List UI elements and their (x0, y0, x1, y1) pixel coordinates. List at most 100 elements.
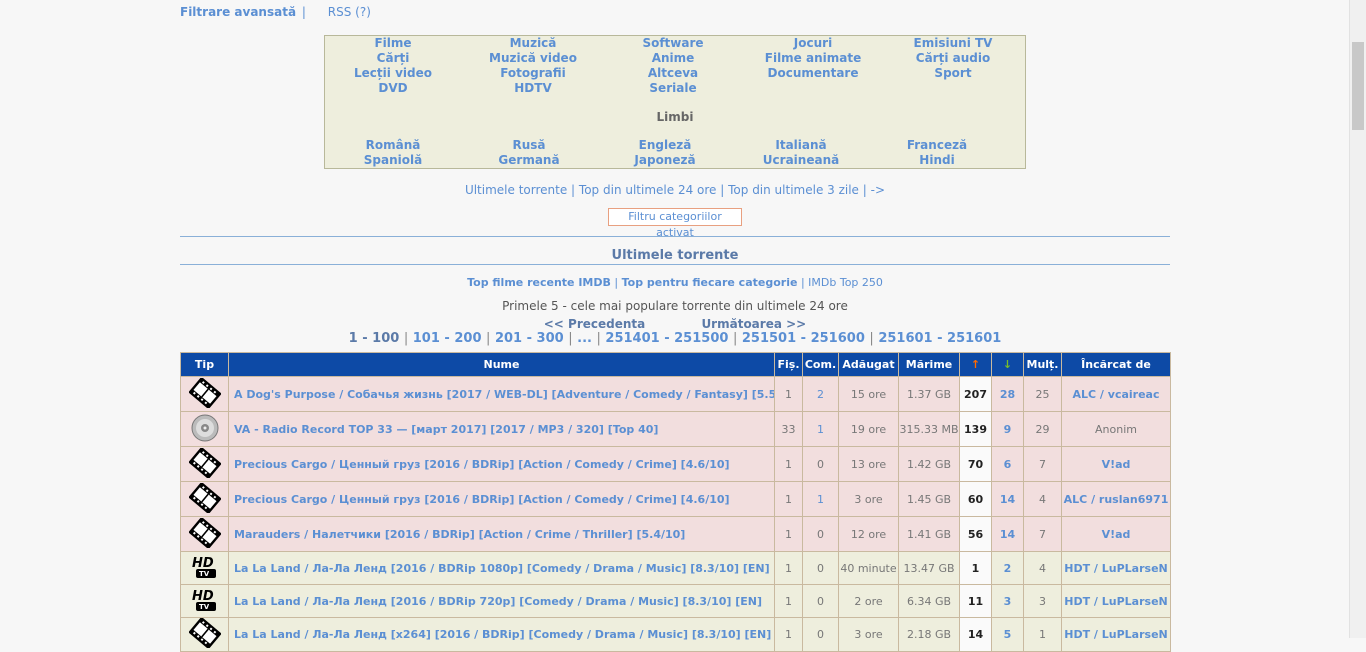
comments-count[interactable]: 1 (802, 411, 839, 447)
top-3days-link[interactable]: Top din ultimele 3 zile (728, 183, 859, 197)
torrent-name-link[interactable]: La La Land / Ла-Ла Ленд [2016 / BDRip 10… (228, 551, 775, 585)
category-link[interactable]: Sport (934, 66, 971, 81)
category-link[interactable]: Seriale (649, 81, 696, 96)
category-link[interactable]: Software (642, 36, 703, 51)
col-type[interactable]: Tip (180, 352, 229, 377)
page-link[interactable]: 251601 - 251601 (878, 331, 1001, 346)
col-comments[interactable]: Com. (802, 352, 839, 377)
category-link[interactable]: Filme (374, 36, 411, 51)
category-filter-button[interactable]: Filtru categoriilor activat (608, 208, 742, 239)
film-icon[interactable] (187, 517, 222, 551)
col-uploader[interactable]: Încărcat de (1061, 352, 1171, 377)
col-added[interactable]: Adăugat (838, 352, 899, 377)
torrent-name-link[interactable]: VA - Radio Record TOP 33 — [март 2017] [… (228, 411, 775, 447)
leechers-count[interactable]: 5 (991, 617, 1024, 652)
torrent-name-link[interactable]: Marauders / Налетчики [2016 / BDRip] [Ac… (228, 516, 775, 552)
uploader-link[interactable]: V!ad (1061, 446, 1171, 482)
type-cell[interactable] (180, 376, 229, 412)
col-seeders[interactable]: ↑ (959, 352, 992, 377)
language-link[interactable]: Engleză (639, 138, 692, 153)
uploader-link[interactable]: ALC / vcaireac (1061, 376, 1171, 412)
type-cell[interactable] (180, 516, 229, 552)
category-link[interactable]: Cărți audio (916, 51, 990, 66)
uploader-link[interactable]: HDT / LuPLarseN (1061, 551, 1171, 585)
top-24h-link[interactable]: Top din ultimele 24 ore (579, 183, 717, 197)
category-link[interactable]: DVD (378, 81, 407, 96)
language-link[interactable]: Rusă (512, 138, 545, 153)
torrent-name-link[interactable]: Precious Cargo / Ценный груз [2016 / BDR… (228, 481, 775, 517)
imdb-recent-link[interactable]: Top filme recente IMDB (467, 276, 611, 289)
language-link[interactable]: Japoneză (634, 153, 695, 168)
hdtv-icon[interactable]: HD TV (189, 554, 221, 583)
category-link[interactable]: HDTV (514, 81, 551, 96)
vertical-scrollbar[interactable] (1349, 0, 1366, 638)
category-link[interactable]: Cărți (377, 51, 410, 66)
leechers-count[interactable]: 9 (991, 411, 1024, 447)
page-link-current[interactable]: 1 - 100 (349, 331, 400, 346)
hdtv-icon[interactable]: HD TV (189, 587, 221, 616)
category-link[interactable]: Documentare (768, 66, 859, 81)
page-link[interactable]: 101 - 200 (413, 331, 482, 346)
imdb-top250-link[interactable]: IMDb Top 250 (808, 276, 883, 289)
type-cell[interactable] (180, 481, 229, 517)
category-link[interactable]: Emisiuni TV (914, 36, 993, 51)
torrent-name-link[interactable]: La La Land / Ла-Ла Ленд [x264] [2016 / B… (228, 617, 775, 652)
page-link[interactable]: 251401 - 251500 (605, 331, 728, 346)
category-link[interactable]: Fotografii (500, 66, 566, 81)
language-link[interactable]: Germană (498, 153, 559, 168)
top-each-category-link[interactable]: Top pentru fiecare categorie (622, 276, 798, 289)
type-cell[interactable]: HD TV (180, 584, 229, 618)
category-link[interactable]: Filme animate (765, 51, 861, 66)
leechers-count[interactable]: 6 (991, 446, 1024, 482)
category-link[interactable]: Anime (652, 51, 695, 66)
language-link[interactable]: Italiană (775, 138, 826, 153)
scrollbar-thumb[interactable] (1352, 42, 1364, 130)
rss-link[interactable]: RSS (?) (328, 5, 371, 19)
prev-page-link[interactable]: << Precedenta (544, 317, 646, 331)
next-page-link[interactable]: Următoarea >> (701, 317, 806, 331)
advanced-filter-link[interactable]: Filtrare avansată (180, 5, 296, 19)
uploader-link[interactable]: HDT / LuPLarseN (1061, 584, 1171, 618)
film-icon[interactable] (187, 447, 222, 481)
torrent-name-link[interactable]: Precious Cargo / Ценный груз [2016 / BDR… (228, 446, 775, 482)
uploader-link[interactable]: HDT / LuPLarseN (1061, 617, 1171, 652)
leechers-count[interactable]: 14 (991, 516, 1024, 552)
type-cell[interactable] (180, 617, 229, 652)
col-completed[interactable]: Mulț. (1023, 352, 1062, 377)
category-link[interactable]: Lecții video (354, 66, 432, 81)
category-link[interactable]: Altceva (648, 66, 698, 81)
comments-count[interactable]: 2 (802, 376, 839, 412)
latest-torrents-link[interactable]: Ultimele torrente (465, 183, 567, 197)
comments-count[interactable]: 1 (802, 481, 839, 517)
uploader-link[interactable]: ALC / ruslan6971 (1061, 481, 1171, 517)
type-cell[interactable] (180, 411, 229, 447)
film-icon[interactable] (187, 482, 222, 516)
col-size[interactable]: Mărime (898, 352, 960, 377)
leechers-count[interactable]: 3 (991, 584, 1024, 618)
film-icon[interactable] (187, 618, 222, 651)
language-link[interactable]: Română (366, 138, 421, 153)
page-link[interactable]: 201 - 300 (495, 331, 564, 346)
language-link[interactable]: Spaniolă (364, 153, 422, 168)
category-link[interactable]: Muzică video (489, 51, 577, 66)
more-arrow-link[interactable]: -> (871, 183, 885, 197)
leechers-count[interactable]: 2 (991, 551, 1024, 585)
language-link[interactable]: Ucraineană (763, 153, 839, 168)
torrent-name-link[interactable]: A Dog's Purpose / Собачья жизнь [2017 / … (228, 376, 775, 412)
col-files[interactable]: Fiș. (774, 352, 803, 377)
leechers-count[interactable]: 28 (991, 376, 1024, 412)
type-cell[interactable]: HD TV (180, 551, 229, 585)
music-disc-icon[interactable] (189, 413, 221, 446)
type-cell[interactable] (180, 446, 229, 482)
category-link[interactable]: Muzică (510, 36, 557, 51)
page-link[interactable]: 251501 - 251600 (742, 331, 865, 346)
leechers-count[interactable]: 14 (991, 481, 1024, 517)
col-leechers[interactable]: ↓ (991, 352, 1024, 377)
col-name[interactable]: Nume (228, 352, 775, 377)
torrent-name-link[interactable]: La La Land / Ла-Ла Ленд [2016 / BDRip 72… (228, 584, 775, 618)
uploader-link[interactable]: V!ad (1061, 516, 1171, 552)
category-link[interactable]: Jocuri (794, 36, 832, 51)
language-link[interactable]: Hindi (919, 153, 954, 168)
language-link[interactable]: Franceză (907, 138, 967, 153)
film-icon[interactable] (187, 377, 222, 411)
